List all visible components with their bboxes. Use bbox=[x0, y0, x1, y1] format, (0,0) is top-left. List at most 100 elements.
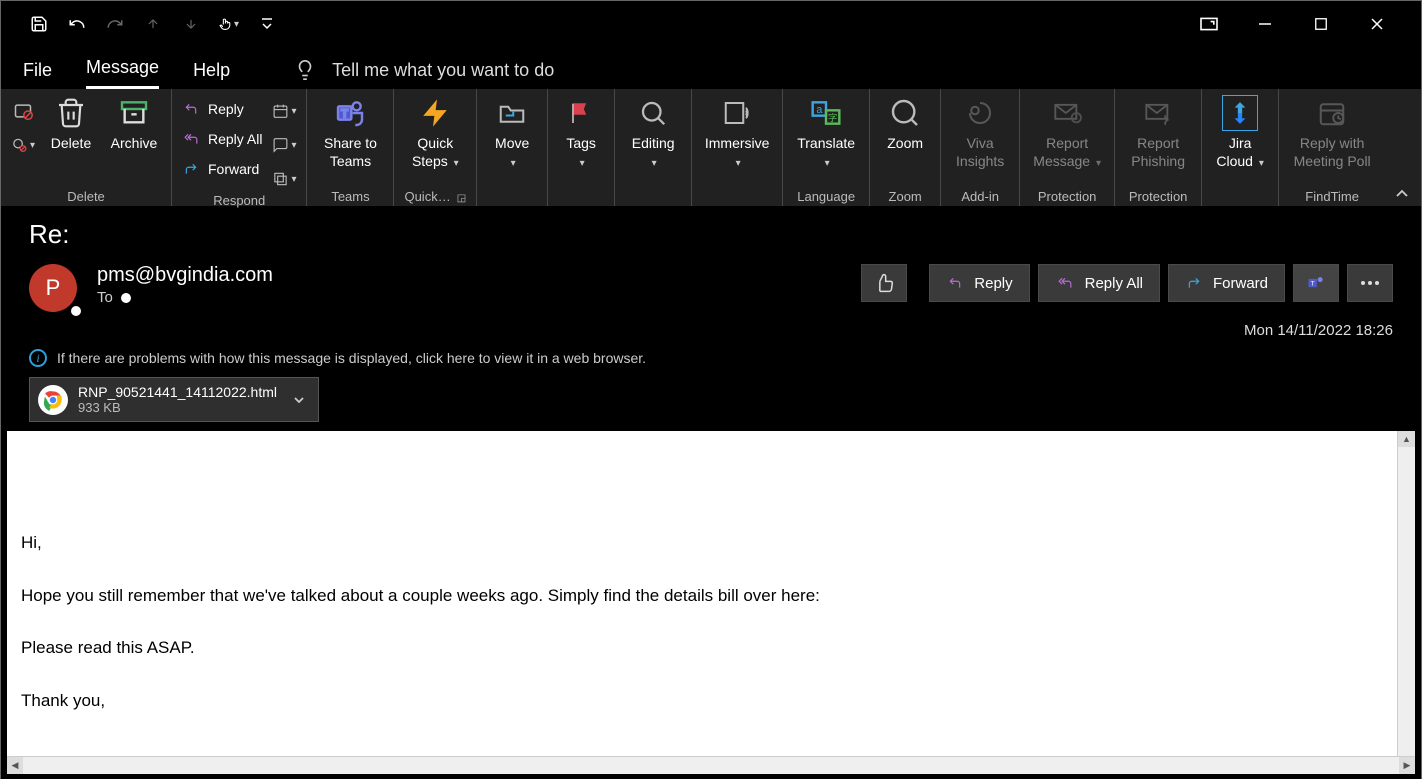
chrome-file-icon bbox=[38, 385, 68, 415]
reply-all-button[interactable]: Reply All bbox=[182, 127, 262, 151]
reply-button[interactable]: Reply bbox=[182, 97, 262, 121]
translate-button[interactable]: a字 Translate▾ bbox=[793, 95, 859, 170]
body-paragraph: Hope you still remember that we've talke… bbox=[21, 584, 1383, 609]
forward-arrow-icon bbox=[182, 160, 200, 178]
jira-cloud-button[interactable]: Jira Cloud ▾ bbox=[1212, 95, 1268, 170]
more-actions-button[interactable] bbox=[1347, 264, 1393, 302]
lightning-icon bbox=[417, 95, 453, 131]
received-date: Mon 14/11/2022 18:26 bbox=[29, 322, 1393, 339]
attachment-chip[interactable]: RNP_90521441_14112022.html 933 KB bbox=[29, 377, 319, 422]
group-tags: Tags▾ bbox=[548, 89, 615, 206]
like-button[interactable] bbox=[861, 264, 907, 302]
message-body: Hi, Hope you still remember that we've t… bbox=[7, 431, 1397, 774]
group-label: Protection bbox=[1129, 187, 1188, 204]
header-reply-all-button[interactable]: Reply All bbox=[1038, 264, 1160, 302]
close-button[interactable] bbox=[1363, 10, 1391, 38]
tags-button[interactable]: Tags▾ bbox=[558, 95, 604, 170]
window-controls bbox=[1195, 10, 1391, 38]
group-label bbox=[579, 187, 583, 204]
horizontal-scrollbar[interactable]: ◀ ▶ bbox=[7, 756, 1415, 774]
save-icon[interactable] bbox=[29, 14, 49, 34]
group-protection-2: Report Phishing Protection bbox=[1115, 89, 1202, 206]
report-message-icon bbox=[1049, 95, 1085, 131]
header-reply-button[interactable]: Reply bbox=[929, 264, 1029, 302]
group-move: Move▾ bbox=[477, 89, 548, 206]
junk-icon[interactable]: ▾ bbox=[11, 133, 35, 157]
viva-insights-button[interactable]: Viva Insights bbox=[951, 95, 1009, 170]
to-line[interactable]: To bbox=[97, 289, 861, 306]
ribbon-display-icon[interactable] bbox=[1195, 10, 1223, 38]
meeting-icon[interactable]: ▾ bbox=[272, 99, 296, 123]
sender-avatar[interactable]: P bbox=[29, 264, 81, 316]
reply-all-arrow-icon bbox=[182, 130, 200, 148]
body-paragraph: Thank you, bbox=[21, 689, 1383, 714]
zoom-button[interactable]: Zoom bbox=[880, 95, 930, 153]
maximize-button[interactable] bbox=[1307, 10, 1335, 38]
quick-steps-button[interactable]: Quick Steps ▾ bbox=[407, 95, 463, 170]
group-label: Language bbox=[797, 187, 855, 204]
tab-file[interactable]: File bbox=[23, 60, 52, 89]
scroll-right-icon[interactable]: ▶ bbox=[1399, 757, 1415, 774]
tell-me-search[interactable]: Tell me what you want to do bbox=[294, 59, 554, 89]
tab-message[interactable]: Message bbox=[86, 57, 159, 89]
report-message-button[interactable]: Report Message ▾ bbox=[1030, 95, 1104, 170]
ignore-icon[interactable] bbox=[11, 99, 35, 123]
meeting-poll-button[interactable]: Reply with Meeting Poll bbox=[1289, 95, 1375, 170]
body-paragraph: Hi, bbox=[21, 531, 1383, 556]
scroll-up-icon[interactable]: ▲ bbox=[1398, 431, 1415, 447]
collapse-ribbon-button[interactable] bbox=[1385, 89, 1419, 206]
message-body-frame: Hi, Hope you still remember that we've t… bbox=[1, 425, 1421, 779]
report-phishing-icon bbox=[1140, 95, 1176, 131]
svg-text:T: T bbox=[342, 108, 349, 120]
svg-text:字: 字 bbox=[828, 112, 837, 123]
group-label: Delete bbox=[67, 187, 105, 204]
avatar-initial: P bbox=[29, 264, 77, 312]
move-button[interactable]: Move▾ bbox=[487, 95, 537, 170]
meeting-poll-icon bbox=[1314, 95, 1350, 131]
forward-button[interactable]: Forward bbox=[182, 157, 262, 181]
info-bar[interactable]: i If there are problems with how this me… bbox=[29, 349, 1393, 367]
tell-me-label: Tell me what you want to do bbox=[332, 60, 554, 81]
scroll-left-icon[interactable]: ◀ bbox=[7, 757, 23, 774]
customize-qat-icon[interactable] bbox=[257, 14, 277, 34]
redo-icon bbox=[105, 14, 125, 34]
teams-icon: T bbox=[332, 95, 368, 131]
tab-help[interactable]: Help bbox=[193, 60, 230, 89]
zoom-icon bbox=[887, 95, 923, 131]
group-label bbox=[1238, 187, 1242, 204]
editing-button[interactable]: Editing▾ bbox=[625, 95, 681, 170]
info-icon: i bbox=[29, 349, 47, 367]
message-header: Re: P pms@bvgindia.com To Reply Reply Al… bbox=[1, 207, 1421, 425]
recipient-dot-icon bbox=[121, 293, 131, 303]
ribbon: ▾ Delete Archive Delete Reply Reply All … bbox=[1, 89, 1421, 207]
ribbon-tabs: File Message Help Tell me what you want … bbox=[1, 47, 1421, 89]
group-jira: Jira Cloud ▾ bbox=[1202, 89, 1279, 206]
group-quick-steps: Quick Steps ▾ Quick…◲ bbox=[394, 89, 477, 206]
group-immersive: Immersive▾ bbox=[692, 89, 783, 206]
body-paragraph: Please read this ASAP. bbox=[21, 636, 1383, 661]
vertical-scrollbar[interactable]: ▲ ▼ bbox=[1397, 431, 1415, 774]
minimize-button[interactable] bbox=[1251, 10, 1279, 38]
from-address[interactable]: pms@bvgindia.com bbox=[97, 264, 861, 287]
attachment-name: RNP_90521441_14112022.html bbox=[78, 384, 277, 400]
undo-icon[interactable] bbox=[67, 14, 87, 34]
teams-chat-button[interactable]: T bbox=[1293, 264, 1339, 302]
touch-mode-icon[interactable]: ▾ bbox=[219, 14, 239, 34]
report-phishing-button[interactable]: Report Phishing bbox=[1125, 95, 1191, 170]
group-label: FindTime bbox=[1305, 187, 1359, 204]
delete-button[interactable]: Delete bbox=[45, 95, 97, 153]
trash-icon bbox=[53, 95, 89, 131]
group-label: Zoom bbox=[889, 187, 922, 204]
archive-button[interactable]: Archive bbox=[107, 95, 161, 153]
arrow-down-icon bbox=[181, 14, 201, 34]
more-respond-icon[interactable]: ▾ bbox=[272, 167, 296, 191]
im-icon[interactable]: ▾ bbox=[272, 133, 296, 157]
lightbulb-icon bbox=[294, 59, 316, 81]
group-label: Respond bbox=[213, 191, 265, 208]
group-language: a字 Translate▾ Language bbox=[783, 89, 870, 206]
attachment-dropdown-icon[interactable] bbox=[292, 395, 306, 405]
header-actions: Reply Reply All Forward T bbox=[861, 264, 1393, 302]
header-forward-button[interactable]: Forward bbox=[1168, 264, 1285, 302]
share-teams-button[interactable]: T Share to Teams bbox=[317, 95, 383, 170]
immersive-button[interactable]: Immersive▾ bbox=[702, 95, 772, 170]
